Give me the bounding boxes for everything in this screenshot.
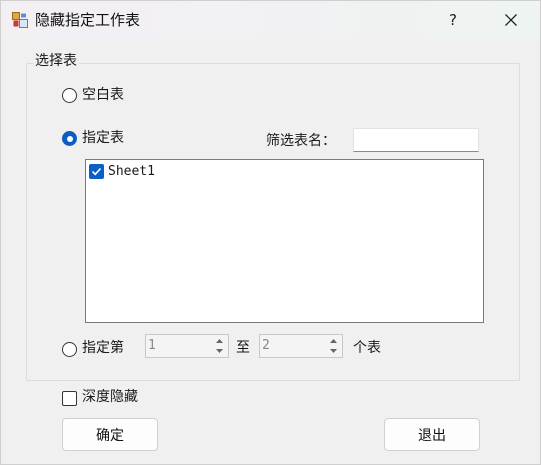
exit-button[interactable]: 退出	[384, 418, 480, 451]
range-from-spinner[interactable]: 1	[145, 334, 229, 358]
range-prefix-label[interactable]: 指定第	[82, 339, 124, 357]
sheet-checkbox[interactable]	[89, 164, 104, 179]
range-from-down-button[interactable]	[212, 346, 227, 356]
range-to-spinner[interactable]: 2	[259, 334, 343, 358]
help-label: ?	[449, 11, 457, 29]
caret-down-icon	[330, 349, 337, 353]
title-bar: 隐藏指定工作表 ?	[1, 1, 540, 39]
range-to-label: 至	[236, 340, 250, 356]
range-suffix-label: 个表	[353, 340, 381, 356]
deep-hide-label[interactable]: 深度隐藏	[82, 388, 138, 406]
ok-button[interactable]: 确定	[62, 418, 158, 451]
window-title: 隐藏指定工作表	[35, 11, 141, 29]
range-from-value: 1	[148, 338, 156, 353]
ok-button-label: 确定	[96, 427, 124, 444]
close-icon	[505, 14, 517, 26]
range-from-up-button[interactable]	[212, 336, 227, 346]
range-radio[interactable]	[62, 342, 77, 357]
sheet-name: Sheet1	[108, 164, 155, 179]
check-icon	[91, 167, 102, 176]
help-button[interactable]: ?	[430, 1, 476, 39]
app-icon	[12, 12, 28, 28]
blank-sheet-radio[interactable]	[62, 88, 77, 103]
deep-hide-checkbox[interactable]	[62, 391, 77, 406]
close-button[interactable]	[488, 1, 534, 39]
range-to-down-button[interactable]	[326, 346, 341, 356]
range-to-value: 2	[262, 338, 270, 353]
specified-sheet-radio[interactable]	[62, 131, 77, 146]
group-legend: 选择表	[33, 52, 79, 70]
exit-button-label: 退出	[418, 427, 446, 444]
dialog-window: 隐藏指定工作表 ? 选择表 空白表 指定表 筛选表名： Sheet1 指定第 1…	[0, 0, 541, 465]
blank-sheet-label[interactable]: 空白表	[82, 86, 124, 104]
caret-up-icon	[330, 339, 337, 343]
sheet-listbox[interactable]: Sheet1	[85, 159, 484, 323]
range-to-up-button[interactable]	[326, 336, 341, 346]
filter-label: 筛选表名：	[266, 133, 336, 149]
filter-input[interactable]	[353, 128, 479, 152]
caret-up-icon	[216, 339, 223, 343]
specified-sheet-label[interactable]: 指定表	[82, 129, 124, 147]
caret-down-icon	[216, 349, 223, 353]
